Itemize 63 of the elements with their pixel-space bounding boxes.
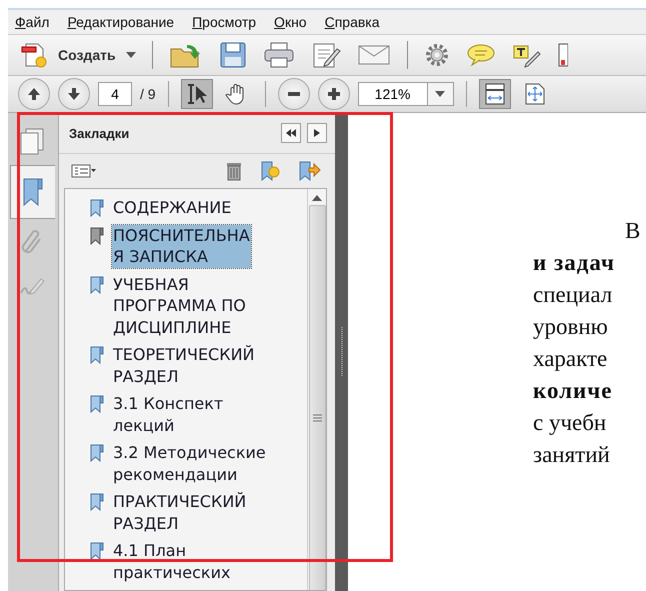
create-button[interactable]: Создать: [20, 41, 136, 69]
expand-panel-button[interactable]: [307, 123, 327, 143]
page-number-field[interactable]: 4: [98, 82, 132, 106]
next-page-button[interactable]: [58, 78, 90, 110]
menu-item[interactable]: Справка: [324, 14, 380, 30]
double-left-arrow-icon: [285, 129, 297, 137]
document-text: занятий: [533, 441, 610, 469]
right-arrow-icon: [314, 129, 320, 137]
bookmark-item[interactable]: ПОЯСНИТЕЛЬНА Я ЗАПИСКА: [112, 224, 251, 268]
save-icon[interactable]: [218, 41, 247, 69]
bookmark-item[interactable]: 3.1 Конспект лекций: [112, 393, 224, 436]
previous-page-button[interactable]: [18, 78, 50, 110]
arrow-up-icon: [27, 87, 41, 101]
document-text: и задач: [533, 249, 615, 277]
page-count: / 9: [140, 86, 156, 102]
bookmark-arrow-icon[interactable]: [297, 160, 321, 182]
zoom-field[interactable]: 121%: [358, 82, 428, 106]
trash-icon[interactable]: [225, 161, 243, 181]
menu-item[interactable]: Редактирование: [67, 14, 174, 30]
bookmark-item[interactable]: ПРАКТИЧЕСКИЙ РАЗДЕЛ: [112, 491, 248, 534]
select-tool-button[interactable]: [180, 79, 213, 109]
document-text: специал: [533, 281, 612, 309]
options-list-icon: [71, 164, 97, 178]
grip-icon: [312, 414, 322, 422]
bookmark-icon: [21, 176, 45, 208]
splitter-grip-icon: [340, 327, 344, 377]
pages-icon: [19, 127, 45, 155]
comment-icon[interactable]: [466, 42, 496, 68]
caret-icon: [435, 91, 446, 97]
create-document-icon: [20, 41, 48, 69]
print-icon[interactable]: [262, 41, 295, 69]
caret-icon: [126, 52, 136, 58]
fit-width-icon: [484, 82, 506, 106]
gear-icon[interactable]: [424, 42, 450, 68]
menu-item[interactable]: Файл: [15, 14, 50, 30]
mail-icon[interactable]: [356, 43, 391, 67]
document-text: с учебн: [533, 409, 606, 437]
fit-page-icon: [524, 82, 546, 106]
bookmark-item[interactable]: СОДЕРЖАНИЕ: [112, 197, 232, 218]
zoom-out-button[interactable]: [278, 78, 310, 110]
fit-width-button[interactable]: [478, 79, 511, 109]
zoom-dropdown-button[interactable]: [428, 82, 454, 106]
bookmark-item[interactable]: УЧЕБНАЯ ПРОГРАММА ПО ДИСЦИПЛИНЕ: [112, 274, 247, 338]
document-text: количе: [533, 377, 612, 405]
collapse-panel-button[interactable]: [281, 123, 301, 143]
new-bookmark-icon[interactable]: [259, 160, 281, 182]
edit-document-icon[interactable]: [310, 41, 341, 69]
document-text: характе: [533, 345, 608, 373]
arrow-down-icon: [67, 87, 81, 101]
menu-item[interactable]: Просмотр: [192, 14, 256, 30]
document-icon[interactable]: [558, 42, 568, 68]
bookmark-item[interactable]: 4.1 План практических: [112, 540, 232, 583]
bookmarks-tab[interactable]: [10, 165, 55, 219]
plus-icon: [326, 87, 341, 101]
bookmark-item[interactable]: ТЕОРЕТИЧЕСКИЙ РАЗДЕЛ: [112, 344, 256, 387]
panel-title: Закладки: [69, 126, 130, 140]
options-button[interactable]: [71, 164, 97, 178]
scroll-up-icon: [312, 195, 322, 201]
document-text: уровню: [533, 313, 608, 341]
menu-item[interactable]: Окно: [274, 14, 307, 30]
zoom-in-button[interactable]: [318, 78, 350, 110]
document-text: В: [625, 217, 640, 245]
bookmark-item[interactable]: 3.2 Методические рекомендации: [112, 442, 267, 485]
